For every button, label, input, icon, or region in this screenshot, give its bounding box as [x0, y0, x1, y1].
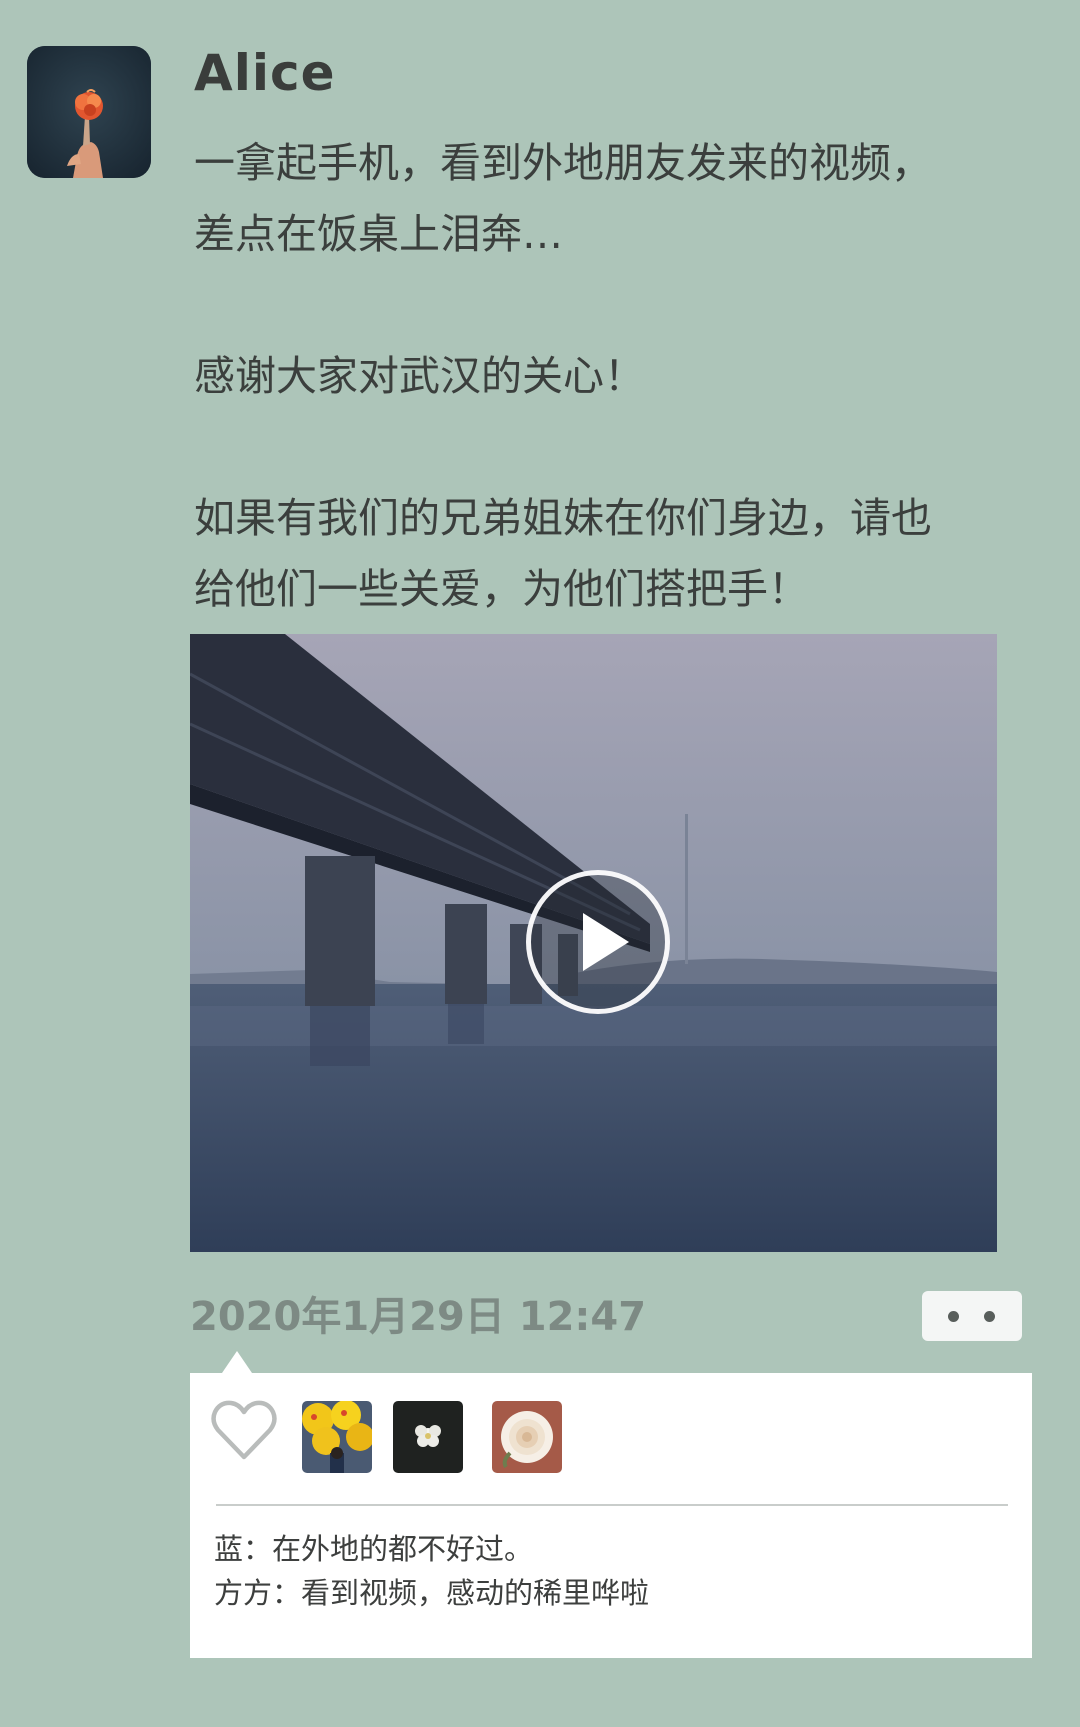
yellow-balloons-avatar — [302, 1401, 372, 1473]
comment-item[interactable]: 方方：看到视频，感动的稀里哗啦 — [214, 1573, 649, 1613]
comment-item[interactable]: 蓝：在外地的都不好过。 — [214, 1529, 533, 1569]
post-line: 差点在饭桌上泪奔… — [194, 210, 563, 258]
more-options-button[interactable] — [922, 1291, 1022, 1341]
post-line: 给他们一些关爱，为他们搭把手！ — [194, 565, 809, 613]
panel-divider — [216, 1504, 1008, 1506]
post-paragraph: 感谢大家对武汉的关心！ — [194, 341, 1014, 412]
post-line: 如果有我们的兄弟姐妹在你们身边，请也 — [194, 494, 932, 542]
user-avatar[interactable] — [27, 46, 151, 178]
white-flower-avatar — [393, 1401, 463, 1473]
username[interactable]: Alice — [194, 44, 336, 102]
post-timestamp: 2020年1月29日 12:47 — [190, 1294, 647, 1340]
play-icon — [583, 913, 629, 971]
liker-avatar[interactable] — [393, 1401, 463, 1473]
moments-page: Alice 一拿起手机，看到外地朋友发来的视频， 差点在饭桌上泪奔… 感谢大家对… — [0, 0, 1080, 1727]
panel-arrow — [222, 1351, 252, 1373]
heart-outline-icon — [211, 1400, 277, 1460]
post-paragraph: 如果有我们的兄弟姐妹在你们身边，请也 给他们一些关爱，为他们搭把手！ — [194, 483, 1014, 625]
liker-avatar[interactable] — [492, 1401, 562, 1473]
flower-hand-image — [27, 46, 151, 178]
post-line: 感谢大家对武汉的关心！ — [194, 352, 645, 400]
post-text: 一拿起手机，看到外地朋友发来的视频， 差点在饭桌上泪奔… 感谢大家对武汉的关心！… — [194, 128, 1014, 625]
likes-comments-panel: 蓝：在外地的都不好过。 方方：看到视频，感动的稀里哗啦 — [190, 1373, 1032, 1658]
dot-icon — [948, 1311, 959, 1322]
liker-avatar[interactable] — [302, 1401, 372, 1473]
video-thumbnail[interactable] — [190, 634, 997, 1252]
post-line: 一拿起手机，看到外地朋友发来的视频， — [194, 139, 932, 187]
play-button[interactable] — [526, 870, 670, 1014]
dot-icon — [984, 1311, 995, 1322]
post-paragraph: 一拿起手机，看到外地朋友发来的视频， 差点在饭桌上泪奔… — [194, 128, 1014, 270]
rose-avatar — [492, 1401, 562, 1473]
